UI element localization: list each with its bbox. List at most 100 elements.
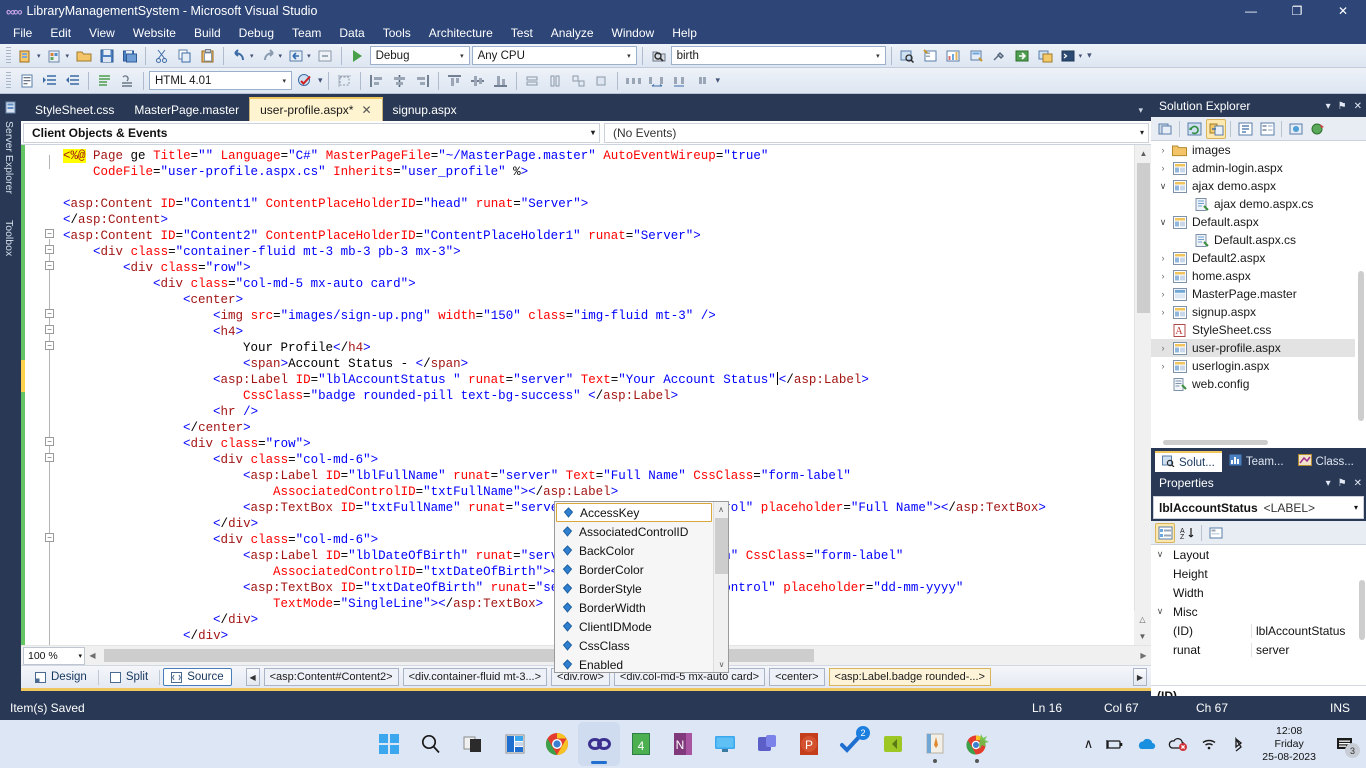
intellisense-list[interactable]: AccessKeyAssociatedControlIDBackColorBor…	[555, 502, 713, 672]
zoom-select[interactable]: 100 % ▾	[23, 647, 85, 665]
solution-item-default2-aspx[interactable]: ›Default2.aspx	[1151, 249, 1366, 267]
editor-vertical-scrollbar[interactable]: ▲ △ ▼	[1134, 145, 1151, 645]
hscroll-left-icon[interactable]: ◀	[85, 647, 100, 664]
server-explorer-dock-icon[interactable]	[0, 99, 21, 117]
solution-item-default-aspx-cs[interactable]: Default.aspx.cs	[1151, 231, 1366, 249]
command-window-icon[interactable]	[1058, 46, 1079, 66]
solution-configuration-select[interactable]: Debug ▾	[370, 46, 470, 65]
solution-item-default-aspx[interactable]: ∨Default.aspx	[1151, 213, 1366, 231]
start-button[interactable]	[368, 722, 410, 766]
property-category[interactable]: ∨Misc	[1151, 602, 1366, 621]
solution-explorer-menu-icon[interactable]: ▾	[1326, 101, 1331, 112]
navigate-forward-icon[interactable]	[315, 46, 336, 66]
kite-app[interactable]	[872, 722, 914, 766]
intellisense-item-clientidmode[interactable]: ClientIDMode	[556, 617, 712, 636]
align-middle-icon[interactable]	[467, 71, 488, 91]
solution-item-stylesheet-css[interactable]: AStyleSheet.css	[1151, 321, 1366, 339]
solution-item-user-profile-aspx[interactable]: ›user-profile.aspx	[1151, 339, 1366, 357]
remote-desktop-app[interactable]	[704, 722, 746, 766]
bluetooth-icon[interactable]	[1230, 737, 1246, 752]
solution-item-admin-login-aspx[interactable]: ›admin-login.aspx	[1151, 159, 1366, 177]
decrease-horizontal-spacing-icon[interactable]	[669, 71, 690, 91]
menu-file[interactable]: File	[4, 24, 41, 42]
battery-icon[interactable]	[1105, 738, 1124, 751]
minimize-button[interactable]: —	[1228, 0, 1274, 22]
properties-object-select[interactable]: lblAccountStatus <LABEL> ▾	[1153, 496, 1364, 519]
navigate-backward-dropdown-icon[interactable]: ▾	[307, 52, 311, 60]
onenote-app[interactable]: N	[662, 722, 704, 766]
property-value[interactable]: lblAccountStatus	[1251, 624, 1366, 638]
make-same-width-icon[interactable]	[522, 71, 543, 91]
dock-tab-solut[interactable]: Solut...	[1155, 451, 1222, 472]
chevron-right-icon[interactable]: ›	[1155, 271, 1171, 281]
save-icon[interactable]	[96, 46, 117, 66]
view-in-browser-icon[interactable]	[1308, 119, 1328, 139]
intellisense-item-accesskey[interactable]: AccessKey	[556, 503, 712, 522]
chevron-down-icon[interactable]: ∨	[1155, 181, 1171, 192]
add-new-item-dropdown-icon[interactable]: ▾	[66, 52, 70, 60]
chevron-right-icon[interactable]: ›	[1155, 343, 1171, 353]
new-project-icon[interactable]	[16, 46, 37, 66]
chevron-down-icon[interactable]: ∨	[1155, 217, 1171, 228]
visual-studio-app[interactable]	[578, 722, 620, 766]
intellisense-scroll-up-icon[interactable]: ∧	[714, 502, 728, 517]
align-table-icon[interactable]	[334, 71, 355, 91]
properties-menu-icon[interactable]: ▾	[1326, 478, 1331, 489]
scroll-split-icon[interactable]: △	[1134, 611, 1151, 628]
chevron-right-icon[interactable]: ›	[1155, 163, 1171, 173]
property-pages-icon[interactable]	[1206, 523, 1226, 543]
solution-tree-horizontal-scrollbar[interactable]	[1151, 437, 1366, 448]
property-row[interactable]: Width	[1151, 583, 1366, 602]
increase-indent-icon[interactable]	[39, 71, 60, 91]
preview-selected-items-icon[interactable]	[1286, 119, 1306, 139]
dock-tab-class[interactable]: Class...	[1291, 451, 1361, 472]
menu-view[interactable]: View	[80, 24, 124, 42]
teams-app[interactable]	[746, 722, 788, 766]
events-select[interactable]: (No Events) ▾	[604, 123, 1149, 143]
solution-item-images[interactable]: ›images	[1151, 141, 1366, 159]
intellisense-scroll-thumb[interactable]	[715, 518, 728, 574]
editor-tab-list-icon[interactable]: ▾	[1138, 105, 1151, 121]
intellisense-item-borderstyle[interactable]: BorderStyle	[556, 579, 712, 598]
chevron-right-icon[interactable]: ›	[1155, 253, 1171, 263]
widgets-button[interactable]	[494, 722, 536, 766]
menu-edit[interactable]: Edit	[41, 24, 80, 42]
properties-scroll-thumb[interactable]	[1359, 580, 1365, 640]
scroll-up-icon[interactable]: ▲	[1135, 145, 1151, 162]
decrease-indent-icon[interactable]	[62, 71, 83, 91]
glyph-margin[interactable]	[25, 145, 43, 645]
intellisense-item-bordercolor[interactable]: BorderColor	[556, 560, 712, 579]
solution-explorer-pin-icon[interactable]: ⚑	[1338, 101, 1347, 112]
onedrive-icon[interactable]	[1136, 738, 1156, 751]
show-all-files-icon[interactable]	[1206, 119, 1226, 139]
menu-architecture[interactable]: Architecture	[420, 24, 502, 42]
tag-nav-chip[interactable]: <asp:Label.badge rounded-...>	[829, 668, 991, 686]
copy-icon[interactable]	[174, 46, 195, 66]
intellisense-item-enabled[interactable]: Enabled	[556, 655, 712, 674]
tag-nav-scroll-left-icon[interactable]: ◀	[246, 668, 260, 686]
powerpoint-app[interactable]: P	[788, 722, 830, 766]
menu-test[interactable]: Test	[502, 24, 542, 42]
undo-dropdown-icon[interactable]: ▾	[250, 52, 254, 60]
new-project-dropdown-icon[interactable]: ▾	[37, 52, 41, 60]
start-debugging-icon[interactable]	[347, 46, 368, 66]
solution-item-masterpage-master[interactable]: ›MasterPage.master	[1151, 285, 1366, 303]
chevron-right-icon[interactable]: ›	[1155, 289, 1171, 299]
doctype-select[interactable]: HTML 4.01 ▾	[149, 71, 292, 90]
increase-horizontal-spacing-icon[interactable]	[646, 71, 667, 91]
tag-nav-chip[interactable]: <div.container-fluid mt-3...>	[403, 668, 547, 686]
property-value[interactable]: server	[1251, 643, 1366, 657]
intellisense-item-borderwidth[interactable]: BorderWidth	[556, 598, 712, 617]
intellisense-item-backcolor[interactable]: BackColor	[556, 541, 712, 560]
intellisense-item-associatedcontrolid[interactable]: AssociatedControlID	[556, 522, 712, 541]
intellisense-scroll-down-icon[interactable]: ∨	[714, 657, 729, 672]
properties-close-icon[interactable]: ✕	[1354, 478, 1362, 489]
undo-icon[interactable]	[229, 46, 250, 66]
toolbar-overflow-icon[interactable]: ▾	[318, 75, 323, 86]
chevron-right-icon[interactable]: ›	[1155, 145, 1171, 155]
notification-center-button[interactable]: 3	[1332, 731, 1358, 757]
solution-item-ajax-demo-aspx-cs[interactable]: ajax demo.aspx.cs	[1151, 195, 1366, 213]
toolbox-icon[interactable]	[943, 46, 964, 66]
validation-target-icon[interactable]	[294, 71, 315, 91]
solution-item-home-aspx[interactable]: ›home.aspx	[1151, 267, 1366, 285]
